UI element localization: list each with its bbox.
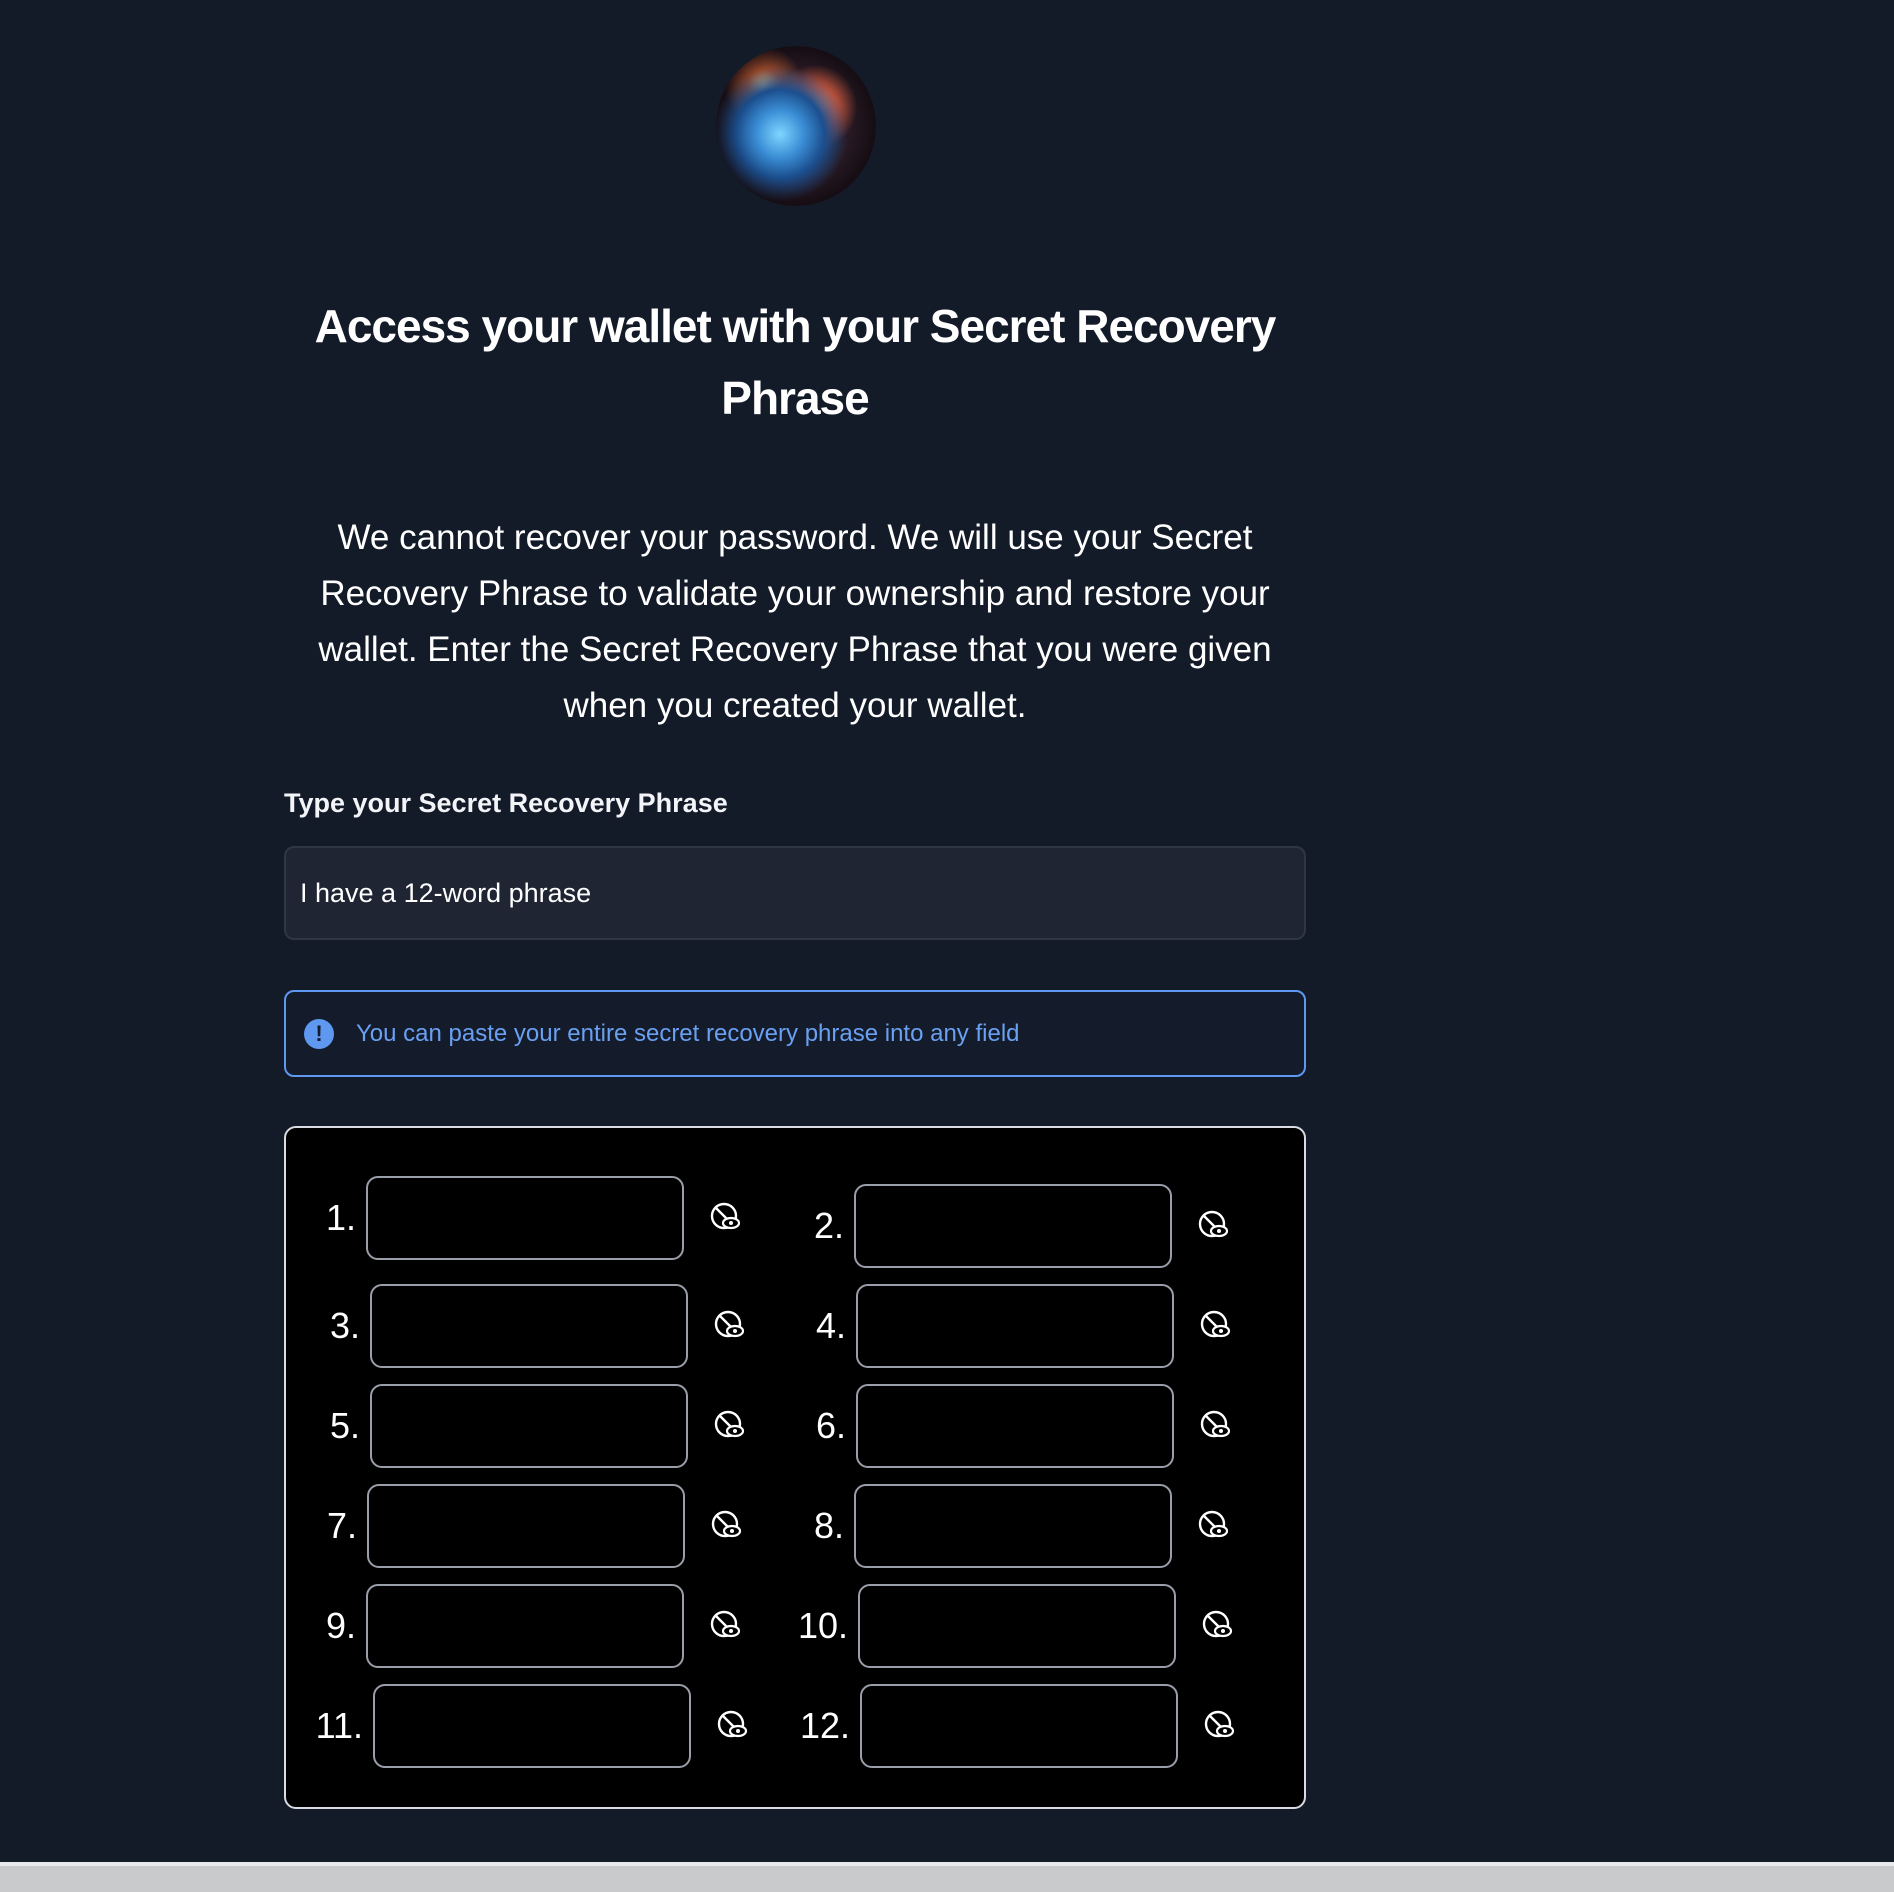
phrase-length-selected-value: I have a 12-word phrase [300, 877, 592, 908]
word-row-8: 8. [794, 1484, 1234, 1568]
word-number: 3. [329, 1305, 360, 1346]
word-row-1: 1. [306, 1176, 746, 1260]
word-input-9[interactable] [366, 1584, 684, 1668]
word-input-11[interactable] [373, 1684, 691, 1768]
eye-slash-icon[interactable] [1196, 1406, 1236, 1446]
word-number: 1. [325, 1197, 356, 1238]
nebula-avatar [716, 46, 876, 206]
eye-slash-icon[interactable] [713, 1706, 753, 1746]
eye-slash-icon[interactable] [1196, 1306, 1236, 1346]
word-input-5[interactable] [370, 1384, 688, 1468]
page-title: Access your wallet with your Secret Reco… [314, 300, 1277, 424]
word-input-2[interactable] [854, 1184, 1172, 1268]
word-input-7[interactable] [367, 1484, 685, 1568]
word-number: 8. [813, 1505, 844, 1546]
word-input-6[interactable] [856, 1384, 1174, 1468]
word-row-6: 6. [796, 1384, 1236, 1468]
eye-slash-icon[interactable] [706, 1198, 746, 1238]
word-number: 11. [315, 1705, 363, 1746]
phrase-length-label: Type your Secret Recovery Phrase [284, 788, 728, 818]
word-number: 2. [813, 1205, 844, 1246]
paste-info-text: You can paste your entire secret recover… [356, 1019, 1020, 1047]
word-row-7: 7. [307, 1484, 747, 1568]
word-number: 7. [326, 1505, 357, 1546]
word-input-4[interactable] [856, 1284, 1174, 1368]
word-number: 10. [798, 1605, 849, 1646]
word-number: 5. [329, 1405, 360, 1446]
page-description: We cannot recover your password. We will… [318, 518, 1272, 725]
restore-wallet-page: Access your wallet with your Secret Reco… [0, 0, 1894, 1892]
eye-slash-icon[interactable] [707, 1506, 747, 1546]
eye-slash-icon[interactable] [1194, 1206, 1234, 1246]
word-row-12: 12. [800, 1684, 1240, 1768]
word-input-12[interactable] [860, 1684, 1178, 1768]
word-row-9: 9. [306, 1584, 746, 1668]
word-input-10[interactable] [858, 1584, 1176, 1668]
word-row-11: 11. [313, 1684, 753, 1768]
phrase-length-select[interactable]: I have a 12-word phrase [284, 846, 1306, 940]
eye-slash-icon[interactable] [1194, 1506, 1234, 1546]
word-input-1[interactable] [366, 1176, 684, 1260]
word-row-3: 3. [310, 1284, 750, 1368]
word-number: 12. [800, 1705, 851, 1746]
word-input-3[interactable] [370, 1284, 688, 1368]
word-row-5: 5. [310, 1384, 750, 1468]
info-icon: ! [304, 1018, 334, 1049]
eye-slash-icon[interactable] [706, 1606, 746, 1646]
word-number: 4. [815, 1305, 846, 1346]
word-row-2: 2. [794, 1184, 1234, 1268]
word-number: 6. [815, 1405, 846, 1446]
eye-slash-icon[interactable] [1198, 1606, 1238, 1646]
word-input-8[interactable] [854, 1484, 1172, 1568]
eye-slash-icon[interactable] [1200, 1706, 1240, 1746]
paste-info-banner: ! You can paste your entire secret recov… [284, 990, 1306, 1077]
eye-slash-icon[interactable] [710, 1406, 750, 1446]
recovery-words-panel: 1. 2. 3. 4. 5. 6. 7. 8. 9. 10. 11. 12. [284, 1126, 1306, 1809]
eye-slash-icon[interactable] [710, 1306, 750, 1346]
word-row-4: 4. [796, 1284, 1236, 1368]
horizontal-scrollbar[interactable] [0, 1862, 1894, 1892]
word-number: 9. [325, 1605, 356, 1646]
word-row-10: 10. [798, 1584, 1238, 1668]
